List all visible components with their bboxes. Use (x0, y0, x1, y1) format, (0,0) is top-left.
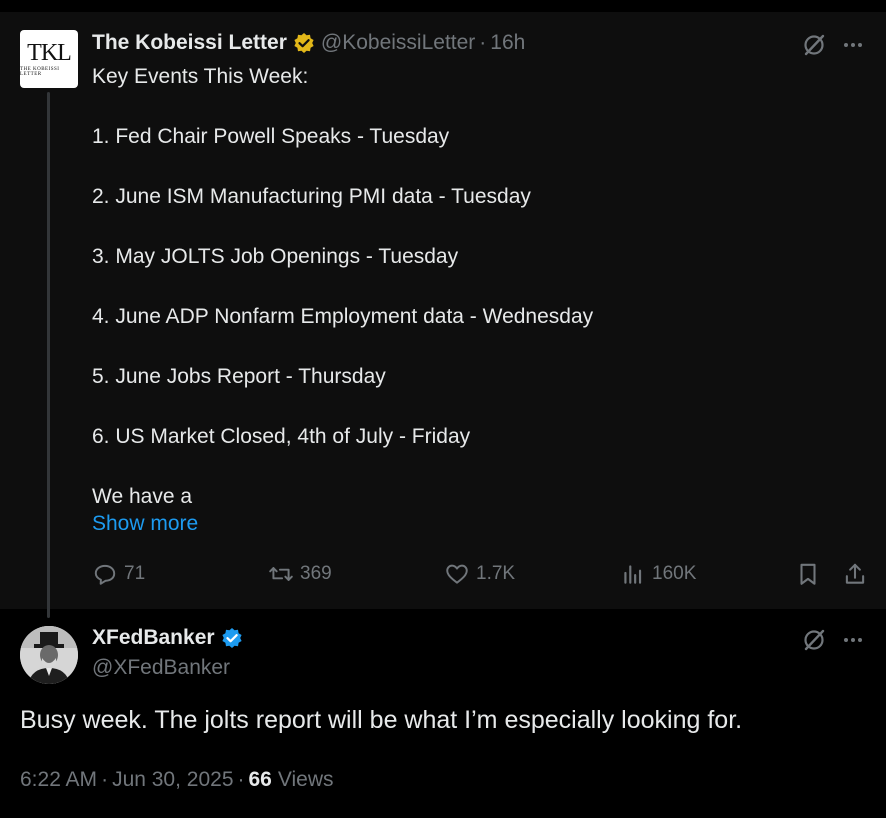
reply-time[interactable]: 6:22 AM (20, 768, 97, 792)
reply-date[interactable]: Jun 30, 2025 (112, 768, 233, 792)
more-icon[interactable] (844, 43, 862, 47)
reply-top-actions (802, 628, 862, 652)
tweet-line: 6. US Market Closed, 4th of July - Frida… (92, 425, 471, 448)
views-button[interactable]: 160K (620, 561, 696, 587)
timestamp[interactable]: 16h (490, 31, 525, 55)
reply-button[interactable]: 71 (92, 561, 145, 587)
tweet-line: 3. May JOLTS Job Openings - Tuesday (92, 245, 459, 268)
tweet-line: We have a (92, 485, 193, 508)
separator: · (101, 768, 109, 791)
show-more-link[interactable]: Show more (92, 512, 198, 536)
repost-count: 369 (300, 563, 332, 584)
avatar-logo-subtext: THE KOBEISSI LETTER (20, 66, 60, 77)
avatar-portrait (20, 626, 78, 684)
tweet-header: The Kobeissi Letter @KobeissiLetter · 16… (92, 31, 525, 55)
like-count: 1.7K (476, 563, 516, 584)
reply-meta: 6:22 AM · Jun 30, 2025 · 66 Views (20, 768, 334, 792)
share-button[interactable] (842, 561, 874, 587)
repost-icon (269, 567, 293, 581)
tweet-line: Key Events This Week: (92, 65, 309, 88)
thread-line (47, 92, 50, 618)
share-icon (845, 563, 865, 584)
like-button[interactable]: 1.7K (444, 561, 515, 587)
separator: · (237, 768, 245, 791)
bookmark-icon (800, 563, 816, 585)
tweet-text: Key Events This Week: 1. Fed Chair Powel… (92, 62, 852, 512)
separator: · (479, 31, 487, 54)
views-count: 160K (652, 563, 697, 584)
views-icon (624, 565, 642, 584)
repost-button[interactable]: 369 (268, 561, 332, 587)
action-bar: 71 369 1.7K 160K (0, 561, 886, 591)
reply-count: 71 (124, 563, 146, 584)
verified-gold-icon (294, 33, 314, 53)
reply-icon (94, 564, 116, 585)
reply-header: XFedBanker (92, 626, 249, 650)
heart-icon (446, 564, 468, 584)
author-name[interactable]: XFedBanker (92, 626, 215, 650)
reply-text: Busy week. The jolts report will be what… (20, 706, 743, 734)
tweet-line: 5. June Jobs Report - Thursday (92, 365, 386, 388)
bookmark-button[interactable] (795, 561, 827, 587)
grok-icon[interactable] (802, 628, 826, 652)
author-name[interactable]: The Kobeissi Letter (92, 31, 287, 55)
tweet-line: 4. June ADP Nonfarm Employment data - We… (92, 305, 594, 328)
author-handle[interactable]: @XFedBanker (92, 656, 230, 680)
avatar-logo-text: TKL (27, 39, 72, 66)
avatar[interactable]: TKL THE KOBEISSI LETTER (20, 30, 78, 88)
reply-views-label: Views (277, 768, 334, 791)
top-bar (0, 0, 886, 12)
reply-views-count: 66 (248, 768, 272, 791)
tweet-top-actions (802, 33, 862, 57)
tweet-line: 1. Fed Chair Powell Speaks - Tuesday (92, 125, 450, 148)
tweet-line: 2. June ISM Manufacturing PMI data - Tue… (92, 185, 531, 208)
author-handle[interactable]: @KobeissiLetter (321, 31, 475, 55)
avatar[interactable] (20, 626, 78, 684)
more-icon[interactable] (844, 638, 862, 642)
grok-icon[interactable] (802, 33, 826, 57)
verified-blue-icon (221, 628, 242, 648)
